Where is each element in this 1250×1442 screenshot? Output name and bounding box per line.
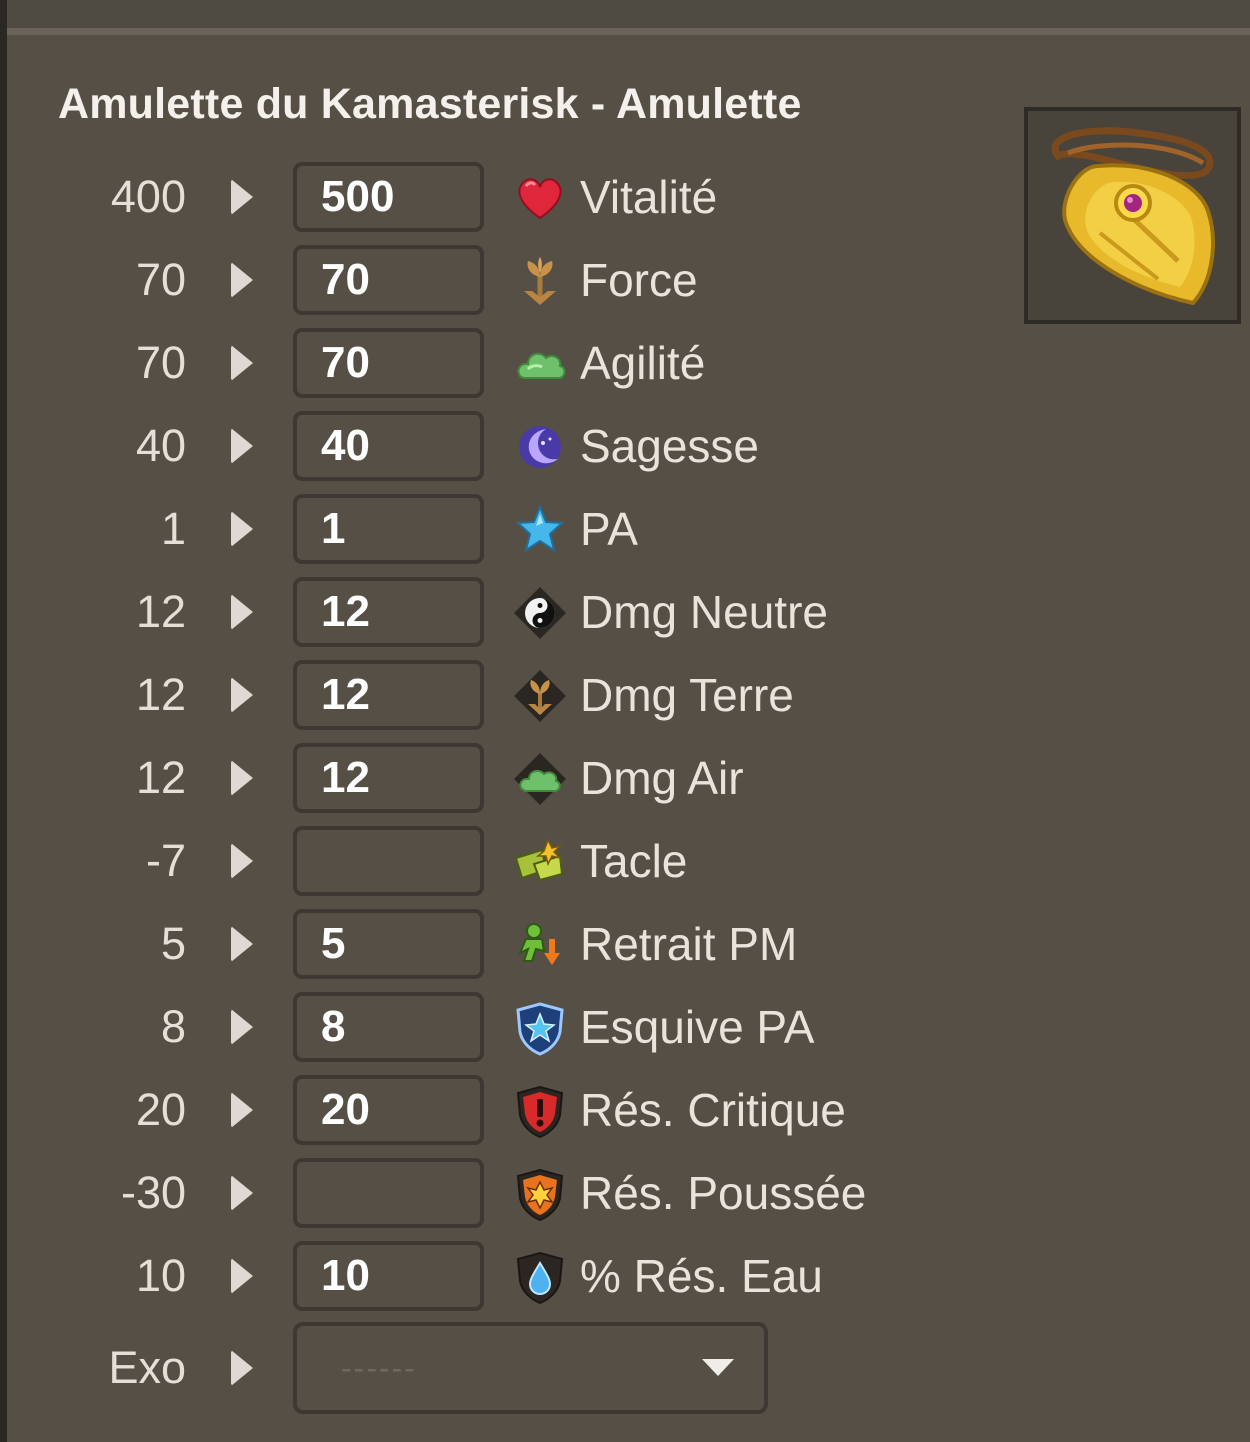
critical-resistance-shield-icon <box>516 1085 564 1139</box>
stat-value-input[interactable] <box>293 1241 484 1311</box>
stat-value-input[interactable] <box>293 660 484 730</box>
stat-row: 12 Dmg Air <box>0 743 900 813</box>
copy-value-arrow-button[interactable] <box>231 1258 253 1294</box>
stat-value-input[interactable] <box>293 162 484 232</box>
stat-base-value: 70 <box>135 254 186 305</box>
gold-amulet-icon <box>1051 127 1215 306</box>
item-image <box>1024 107 1241 324</box>
exo-select[interactable]: ------ <box>293 1322 768 1414</box>
stat-row: 40 Sagesse <box>0 411 900 481</box>
stat-row: 20 Rés. Critique <box>0 1075 900 1145</box>
stat-base-value: 12 <box>135 669 186 720</box>
copy-value-arrow-button[interactable] <box>231 677 253 713</box>
stat-base-value: 10 <box>135 1250 186 1301</box>
stat-row: 8 Esquive PA <box>0 992 900 1062</box>
stat-row: 5 Retrait PM <box>0 909 900 979</box>
mp-reduction-icon <box>518 923 560 965</box>
stat-base-value: 20 <box>135 1084 186 1135</box>
stat-name: Esquive PA <box>580 1001 815 1053</box>
stat-name: Dmg Air <box>580 752 744 804</box>
stat-row: 10 % Rés. Eau <box>0 1241 900 1311</box>
copy-value-arrow-button[interactable] <box>231 345 253 381</box>
stat-row: -7 Tacle <box>0 826 900 896</box>
copy-value-arrow-button[interactable] <box>231 760 253 796</box>
stat-value-input[interactable] <box>293 245 484 315</box>
stat-name: Vitalité <box>580 171 718 223</box>
copy-value-arrow-button[interactable] <box>231 262 253 298</box>
copy-value-arrow-button[interactable] <box>231 594 253 630</box>
heart-icon <box>518 178 562 220</box>
copy-value-arrow-button[interactable] <box>231 511 253 547</box>
item-title: Amulette du Kamasterisk - Amulette <box>58 80 802 128</box>
stat-value-input[interactable] <box>293 909 484 979</box>
stat-base-value: 40 <box>135 420 186 471</box>
air-cloud-icon <box>517 352 566 379</box>
copy-value-arrow-button[interactable] <box>231 843 253 879</box>
wisdom-moon-icon <box>519 426 561 468</box>
stat-name: Rés. Poussée <box>580 1167 867 1219</box>
exo-row: Exo ------ <box>0 1322 900 1414</box>
stat-base-value: 8 <box>160 1001 186 1052</box>
stat-base-value: 1 <box>160 503 186 554</box>
earth-icon <box>524 257 556 305</box>
stat-value-input[interactable] <box>293 328 484 398</box>
stat-base-value: 12 <box>135 586 186 637</box>
copy-value-arrow-button[interactable] <box>231 1009 253 1045</box>
stat-value-input[interactable] <box>293 577 484 647</box>
stat-name: % Rés. Eau <box>580 1250 823 1302</box>
stat-base-value: -7 <box>145 835 186 886</box>
stat-value-input[interactable] <box>293 992 484 1062</box>
stat-row: 1 PA <box>0 494 900 564</box>
stat-value-input[interactable] <box>293 494 484 564</box>
stat-base-value: 400 <box>110 171 186 222</box>
stat-name: Sagesse <box>580 420 760 472</box>
copy-value-arrow-button[interactable] <box>231 428 253 464</box>
star-icon <box>515 504 565 553</box>
stat-value-input[interactable] <box>293 1158 484 1228</box>
stat-row: -30 Rés. Poussée <box>0 1158 900 1228</box>
stat-name: Retrait PM <box>580 918 798 970</box>
stat-value-input[interactable] <box>293 743 484 813</box>
stat-value-input[interactable] <box>293 411 484 481</box>
stat-row: 70 Force <box>0 245 900 315</box>
exo-label: Exo <box>108 1342 186 1393</box>
ap-dodge-shield-icon <box>516 1002 564 1056</box>
stat-row: 70 Agilité <box>0 328 900 398</box>
stat-row: 12 Dmg Neutre <box>0 577 900 647</box>
stat-name: Force <box>580 254 698 306</box>
water-resistance-icon <box>516 1251 564 1305</box>
air-damage-icon <box>514 753 566 805</box>
neutral-yin-yang-icon <box>514 587 566 639</box>
stat-name: Agilité <box>580 337 706 389</box>
copy-value-arrow-button[interactable] <box>231 1175 253 1211</box>
copy-value-arrow-button[interactable] <box>231 179 253 215</box>
top-bar <box>7 0 1250 28</box>
stat-base-value: -30 <box>120 1167 186 1218</box>
copy-value-arrow-button[interactable] <box>231 926 253 962</box>
stat-name: Dmg Terre <box>580 669 794 721</box>
lock-tackle-icon <box>514 838 564 882</box>
stat-row: 12 Dmg Terre <box>0 660 900 730</box>
stat-value-input[interactable] <box>293 826 484 896</box>
stat-name: Dmg Neutre <box>580 586 828 638</box>
stat-base-value: 5 <box>160 918 186 969</box>
earth-damage-icon <box>514 670 566 722</box>
stat-base-value: 12 <box>135 752 186 803</box>
exo-arrow-button[interactable] <box>231 1350 253 1386</box>
copy-value-arrow-button[interactable] <box>231 1092 253 1128</box>
stat-row: 400 Vitalité <box>0 162 900 232</box>
pushback-resistance-shield-icon <box>516 1168 564 1222</box>
exo-selected-value: ------ <box>341 1350 417 1386</box>
top-divider <box>7 28 1250 35</box>
stat-name: Rés. Critique <box>580 1084 846 1136</box>
stat-base-value: 70 <box>135 337 186 388</box>
chevron-down-icon <box>702 1359 734 1376</box>
stat-value-input[interactable] <box>293 1075 484 1145</box>
stat-name: Tacle <box>580 835 688 887</box>
stat-name: PA <box>580 503 638 555</box>
